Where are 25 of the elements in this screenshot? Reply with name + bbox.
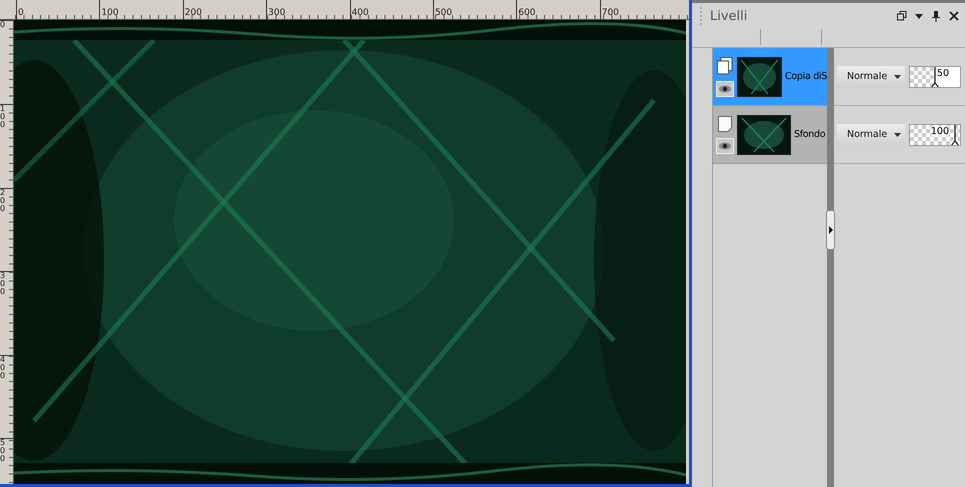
- ruler-label: 300: [0, 272, 6, 296]
- ruler-label: 100: [100, 8, 119, 19]
- ruler-label: 100: [0, 105, 6, 129]
- ruler-label: 600: [517, 8, 536, 19]
- blend-mode-dropdown[interactable]: Normale: [837, 124, 905, 146]
- blend-mode-dropdown[interactable]: Normale: [837, 66, 905, 88]
- ruler-label: 400: [350, 8, 369, 19]
- opacity-value: 100: [930, 126, 949, 136]
- layer-name: Copia diS: [785, 71, 827, 82]
- ruler-label: 200: [184, 8, 202, 19]
- ruler-label: 0: [17, 8, 24, 19]
- panel-title: Livelli: [710, 8, 748, 24]
- layer-row[interactable]: Copia diS: [713, 48, 827, 106]
- opacity-value: 50: [936, 68, 949, 78]
- ruler-label: 500: [434, 8, 452, 19]
- opacity-slider[interactable]: 50: [909, 66, 961, 88]
- ruler-label: 500: [0, 439, 6, 464]
- ruler-label: 400: [0, 356, 6, 380]
- layer-row[interactable]: Sfondo: [713, 106, 827, 164]
- ruler-label: 700: [600, 8, 619, 19]
- layer-name: Sfondo: [794, 129, 826, 140]
- ruler-label: 0: [0, 21, 6, 29]
- opacity-slider[interactable]: 100: [909, 124, 961, 146]
- ruler-label: 200: [0, 188, 6, 213]
- ruler-label: 300: [267, 8, 286, 19]
